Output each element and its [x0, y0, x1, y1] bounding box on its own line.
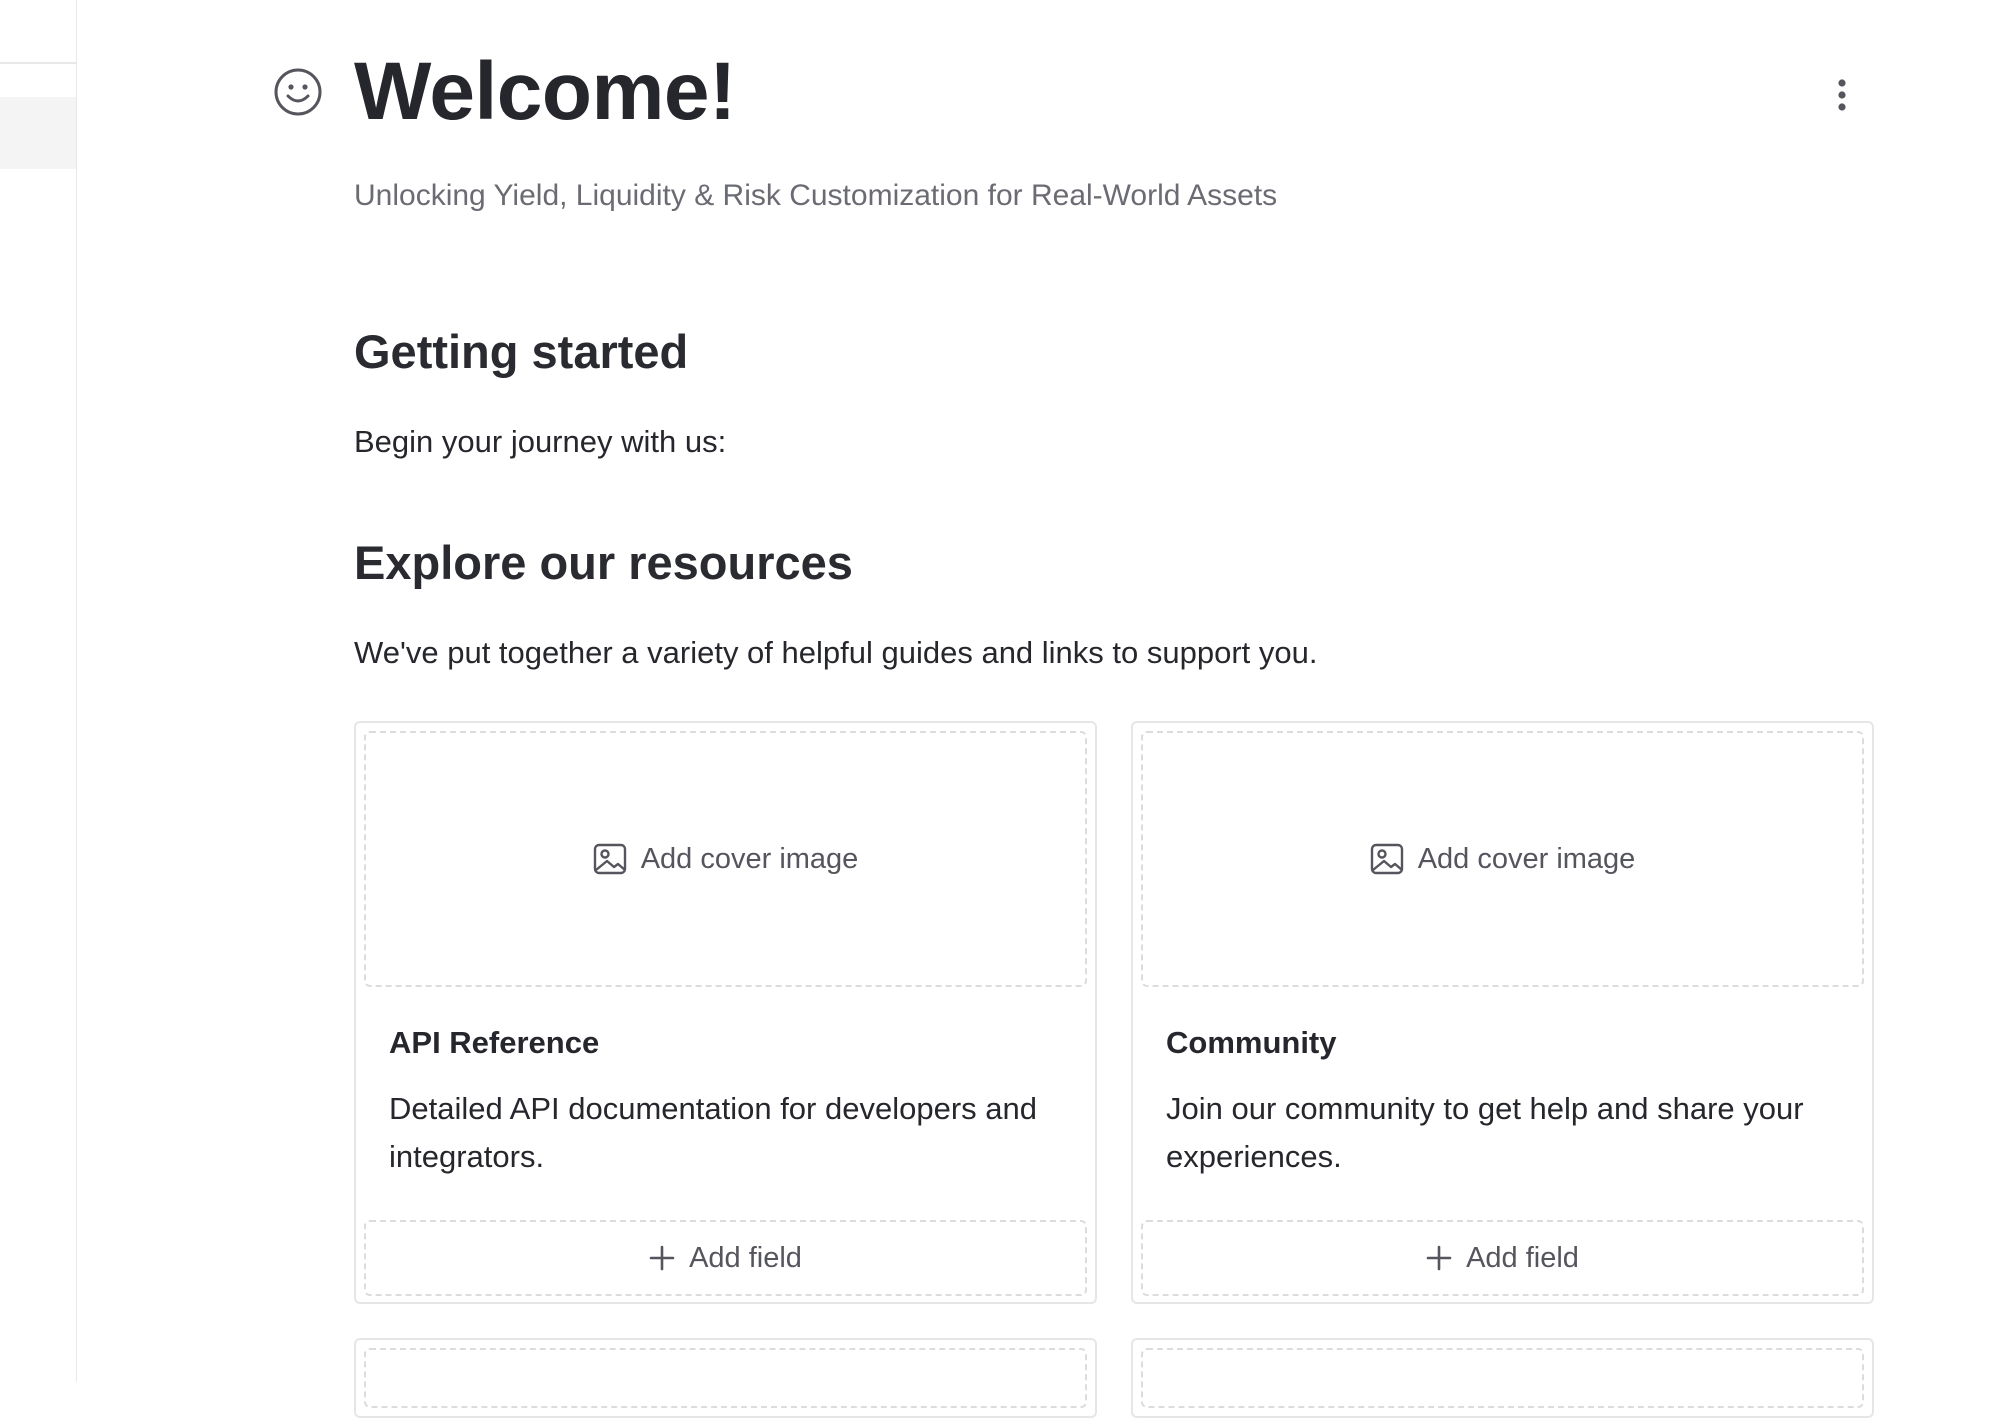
add-cover-image-button[interactable] [364, 1348, 1087, 1408]
sidebar-divider [0, 62, 76, 64]
card-title[interactable]: Community [1166, 1022, 1337, 1064]
add-cover-image-label: Add cover image [640, 842, 859, 875]
resource-card-community[interactable]: Add cover image Community Join our commu… [1131, 721, 1874, 1304]
add-cover-image-button[interactable]: Add cover image [1141, 731, 1864, 987]
plus-icon [1426, 1245, 1452, 1271]
add-field-button[interactable]: Add field [1141, 1220, 1864, 1296]
add-field-label: Add field [689, 1241, 802, 1274]
card-description[interactable]: Detailed API documentation for developer… [389, 1085, 1069, 1181]
plus-icon [649, 1245, 675, 1271]
card-description[interactable]: Join our community to get help and share… [1166, 1085, 1846, 1181]
sidebar [0, 0, 77, 1382]
smiley-face-icon[interactable] [272, 66, 324, 118]
resource-card-partial[interactable] [1131, 1338, 1874, 1418]
add-cover-image-button[interactable] [1141, 1348, 1864, 1408]
page-title[interactable]: Welcome! [354, 38, 736, 146]
resource-card-partial[interactable] [354, 1338, 1097, 1418]
card-title[interactable]: API Reference [389, 1022, 599, 1064]
add-field-button[interactable]: Add field [364, 1220, 1087, 1296]
add-cover-image-label: Add cover image [1417, 842, 1636, 875]
page-subtitle[interactable]: Unlocking Yield, Liquidity & Risk Custom… [354, 176, 1277, 216]
getting-started-heading[interactable]: Getting started [354, 322, 688, 382]
sidebar-active-item[interactable] [0, 97, 76, 169]
explore-heading[interactable]: Explore our resources [354, 533, 853, 593]
getting-started-text[interactable]: Begin your journey with us: [354, 421, 726, 463]
more-vertical-icon [1838, 79, 1846, 111]
resource-card-api-reference[interactable]: Add cover image API Reference Detailed A… [354, 721, 1097, 1304]
add-field-label: Add field [1466, 1241, 1579, 1274]
more-options-button[interactable] [1822, 70, 1862, 120]
image-icon [1370, 843, 1403, 875]
explore-text[interactable]: We've put together a variety of helpful … [354, 632, 1317, 674]
image-icon [593, 843, 626, 875]
add-cover-image-button[interactable]: Add cover image [364, 731, 1087, 987]
